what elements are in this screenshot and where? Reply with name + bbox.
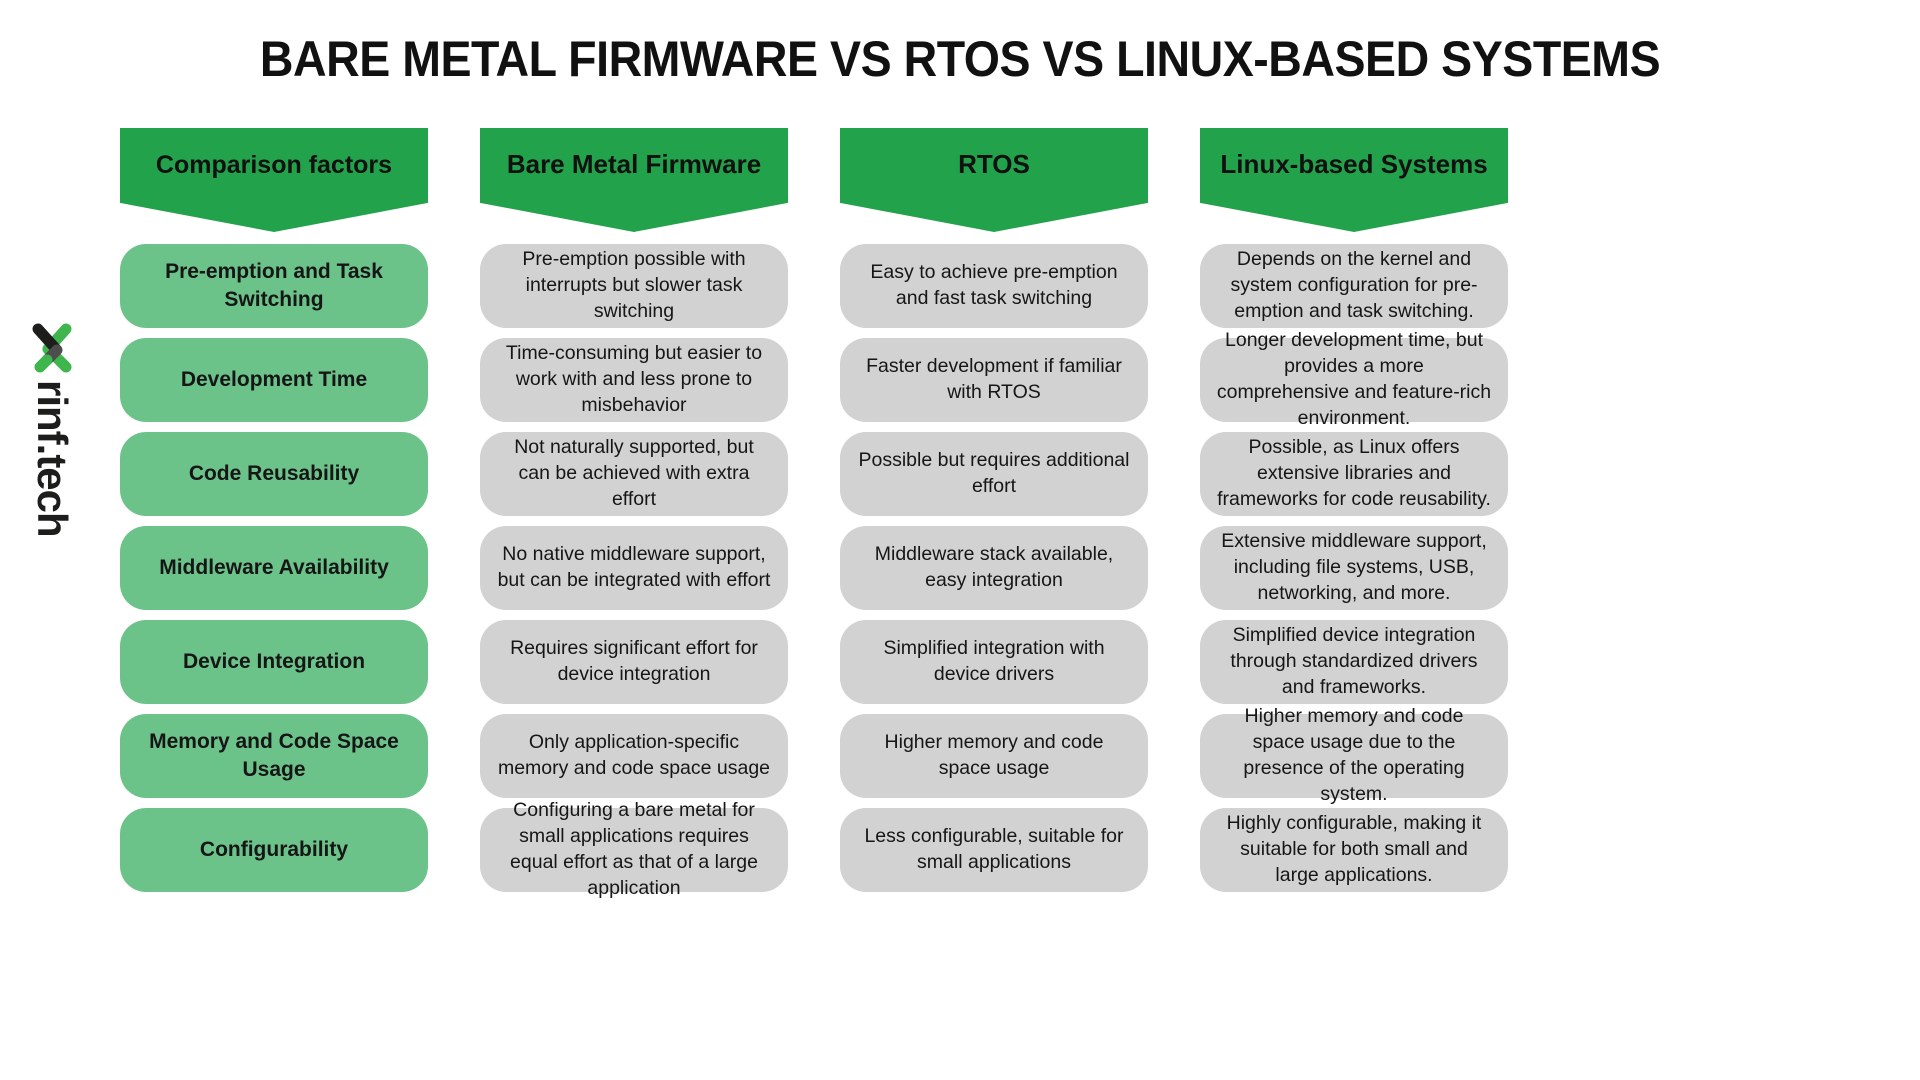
factor-cell: Middleware Availability	[120, 526, 428, 610]
table-cell: Time-consuming but easier to work with a…	[480, 338, 788, 422]
table-cell: Simplified integration with device drive…	[840, 620, 1148, 704]
column-rtos: RTOS Easy to achieve pre-emption and fas…	[840, 128, 1148, 902]
table-cell: Higher memory and code space usage due t…	[1200, 705, 1508, 805]
comparison-table: Comparison factors Pre-emption and Task …	[120, 128, 1820, 902]
factor-cell: Pre-emption and Task Switching	[120, 244, 428, 328]
factor-cell: Code Reusability	[120, 432, 428, 516]
column-header-rtos: RTOS	[840, 128, 1148, 232]
table-cell: Simplified device integration through st…	[1200, 620, 1508, 704]
brand-name-text: rinf	[29, 380, 76, 444]
table-cell: Faster development if familiar with RTOS	[840, 338, 1148, 422]
column-header-label: RTOS	[958, 149, 1030, 180]
column-comparison-factors: Comparison factors Pre-emption and Task …	[120, 128, 428, 902]
comparison-columns: Comparison factors Pre-emption and Task …	[120, 128, 1820, 902]
column-header-bare-metal-firmware: Bare Metal Firmware	[480, 128, 788, 232]
page-title: BARE METAL FIRMWARE VS RTOS VS LINUX-BAS…	[259, 31, 1661, 87]
table-cell: Higher memory and code space usage	[840, 714, 1148, 798]
rinf-x-logo-icon	[27, 322, 77, 374]
table-cell: Middleware stack available, easy integra…	[840, 526, 1148, 610]
column-linux-based-systems: Linux-based Systems Depends on the kerne…	[1200, 128, 1508, 902]
factor-cell: Device Integration	[120, 620, 428, 704]
brand-logo: rinf.tech	[22, 322, 82, 537]
table-cell: Extensive middleware support, including …	[1200, 526, 1508, 610]
table-cell: Less configurable, suitable for small ap…	[840, 808, 1148, 892]
table-cell: Easy to achieve pre-emption and fast tas…	[840, 244, 1148, 328]
table-cell: Requires significant effort for device i…	[480, 620, 788, 704]
table-cell: Depends on the kernel and system configu…	[1200, 244, 1508, 328]
table-cell: Possible, as Linux offers extensive libr…	[1200, 432, 1508, 516]
table-cell: Possible but requires additional effort	[840, 432, 1148, 516]
column-header-comparison-factors: Comparison factors	[120, 128, 428, 232]
table-cell: No native middleware support, but can be…	[480, 526, 788, 610]
table-cell: Longer development time, but provides a …	[1200, 329, 1508, 429]
table-cell: Configuring a bare metal for small appli…	[480, 799, 788, 899]
table-cell: Not naturally supported, but can be achi…	[480, 432, 788, 516]
column-header-label: Linux-based Systems	[1220, 149, 1488, 180]
table-cell: Only application-specific memory and cod…	[480, 714, 788, 798]
column-bare-metal-firmware: Bare Metal Firmware Pre-emption possible…	[480, 128, 788, 902]
brand-name: rinf.tech	[29, 380, 76, 537]
column-header-label: Comparison factors	[155, 150, 393, 179]
factor-cell: Development Time	[120, 338, 428, 422]
brand-suffix-text: .tech	[29, 443, 76, 537]
table-cell: Pre-emption possible with interrupts but…	[480, 244, 788, 328]
factor-cell: Configurability	[120, 808, 428, 892]
table-cell: Highly configurable, making it suitable …	[1200, 808, 1508, 892]
factor-cell: Memory and Code Space Usage	[120, 714, 428, 798]
column-header-linux-based-systems: Linux-based Systems	[1200, 128, 1508, 232]
column-header-label: Bare Metal Firmware	[506, 149, 762, 180]
